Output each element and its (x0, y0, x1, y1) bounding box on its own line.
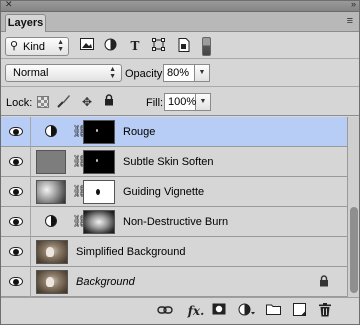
adjustment-layer-icon (45, 125, 57, 137)
new-group-icon[interactable] (264, 303, 282, 319)
visibility-toggle[interactable] (1, 207, 31, 237)
layer-thumbnail[interactable] (36, 150, 66, 174)
lock-position-icon[interactable]: ✥ (79, 94, 95, 110)
visibility-toggle[interactable] (1, 177, 31, 207)
layer-row-background[interactable]: Background (1, 267, 347, 297)
fill-input[interactable]: 100% (164, 93, 196, 111)
eye-icon[interactable] (9, 157, 23, 166)
lock-all-icon[interactable] (101, 94, 117, 110)
blend-mode-select[interactable]: Normal ▲ ▼ (5, 64, 122, 82)
layer-row-rouge[interactable]: ⛓ Rouge (1, 117, 347, 147)
chain-link-icon[interactable]: ⛓ (72, 184, 87, 199)
adjustment-layer-icon (45, 215, 57, 227)
layer-filter-row: ⚲ Kind ▲ ▼ T (1, 33, 359, 59)
layer-thumbnail[interactable] (36, 270, 68, 294)
layer-mask-thumbnail[interactable] (83, 180, 115, 204)
new-adjustment-layer-icon[interactable] (236, 303, 258, 319)
layer-row-non-destructive-burn[interactable]: ⛓ Non-Destructive Burn (1, 207, 347, 237)
fx-icon: fx. (187, 304, 205, 318)
layer-list-scrollbar[interactable] (347, 117, 359, 297)
layer-name: Non-Destructive Burn (123, 216, 229, 228)
layer-name: Simplified Background (76, 246, 186, 258)
search-icon: ⚲ (10, 40, 19, 52)
delete-layer-icon[interactable] (316, 303, 334, 319)
chain-link-icon[interactable]: ⛓ (72, 124, 87, 139)
chain-link-icon[interactable]: ⛓ (72, 154, 87, 169)
filter-toggle-switch[interactable] (202, 37, 211, 56)
close-panel-icon[interactable]: ✕ (5, 0, 13, 10)
layer-row-guiding-vignette[interactable]: ⛓ Guiding Vignette (1, 177, 347, 207)
layer-list[interactable]: ⛓ Rouge ⛓ Subtle Skin Soften ⛓ Guiding V… (1, 117, 347, 297)
layer-name: Rouge (123, 126, 156, 138)
layer-name: Background (76, 276, 135, 288)
panel-tab-row: Layers ≡ (1, 12, 359, 32)
shape-filter-icon[interactable] (150, 38, 166, 54)
lock-transparent-pixels-icon[interactable] (37, 96, 49, 108)
fill-label: Fill: (146, 97, 164, 109)
layer-style-button[interactable]: fx. (183, 303, 209, 319)
select-arrows-icon: ▲ ▼ (57, 39, 64, 53)
lock-label: Lock: (6, 97, 33, 109)
new-layer-icon[interactable] (290, 303, 308, 319)
blend-mode-value: Normal (13, 67, 49, 79)
visibility-toggle[interactable] (1, 117, 31, 147)
layer-mask-thumbnail[interactable] (83, 150, 115, 174)
layer-row-subtle-skin-soften[interactable]: ⛓ Subtle Skin Soften (1, 147, 347, 177)
layers-bottom-toolbar: fx. (1, 297, 359, 324)
select-arrows-icon: ▲ ▼ (109, 66, 116, 80)
layer-row-simplified-background[interactable]: Simplified Background (1, 237, 347, 267)
eye-icon[interactable] (9, 187, 23, 196)
fill-dropdown-button[interactable]: ▼ (196, 93, 211, 111)
eye-icon[interactable] (9, 277, 23, 286)
layer-locked-icon (319, 275, 329, 290)
link-layers-icon[interactable] (156, 303, 174, 319)
chain-link-icon[interactable]: ⛓ (72, 214, 87, 229)
layer-mask-thumbnail[interactable] (83, 120, 115, 144)
add-mask-icon[interactable] (210, 303, 228, 319)
collapse-panel-icon[interactable]: » (351, 0, 356, 9)
opacity-input[interactable]: 80% (163, 64, 195, 82)
eye-icon[interactable] (9, 127, 23, 136)
eye-icon[interactable] (9, 247, 23, 256)
pixel-filter-icon[interactable] (79, 38, 95, 54)
visibility-toggle[interactable] (1, 147, 31, 177)
filter-kind-label: Kind (23, 41, 46, 53)
panel-title-strip[interactable]: ✕ » (1, 0, 359, 12)
layer-mask-thumbnail[interactable] (83, 210, 115, 234)
adjustment-filter-icon[interactable] (102, 38, 118, 54)
tab-layers[interactable]: Layers (5, 14, 46, 32)
layer-name: Guiding Vignette (123, 186, 205, 198)
smart-object-filter-icon[interactable] (175, 38, 191, 54)
layers-panel: ✕ » Layers ≡ ⚲ Kind ▲ ▼ T Normal ▲ ▼ Opa… (0, 0, 360, 325)
lock-row: Lock: ✥ Fill: 100% ▼ (1, 88, 359, 116)
layer-thumbnail[interactable] (36, 180, 66, 204)
layer-thumbnail[interactable] (36, 240, 68, 264)
type-filter-icon[interactable]: T (127, 38, 143, 54)
opacity-dropdown-button[interactable]: ▼ (195, 64, 210, 82)
eye-icon[interactable] (9, 217, 23, 226)
opacity-label: Opacity: (125, 68, 166, 80)
visibility-toggle[interactable] (1, 237, 31, 267)
blend-row: Normal ▲ ▼ Opacity: 80% ▼ (1, 60, 359, 87)
scrollbar-thumb[interactable] (350, 207, 358, 293)
visibility-toggle[interactable] (1, 267, 31, 297)
layer-name: Subtle Skin Soften (123, 156, 214, 168)
panel-menu-icon[interactable]: ≡ (347, 15, 353, 27)
lock-image-pixels-icon[interactable] (56, 94, 72, 110)
filter-kind-select[interactable]: ⚲ Kind ▲ ▼ (5, 37, 69, 56)
